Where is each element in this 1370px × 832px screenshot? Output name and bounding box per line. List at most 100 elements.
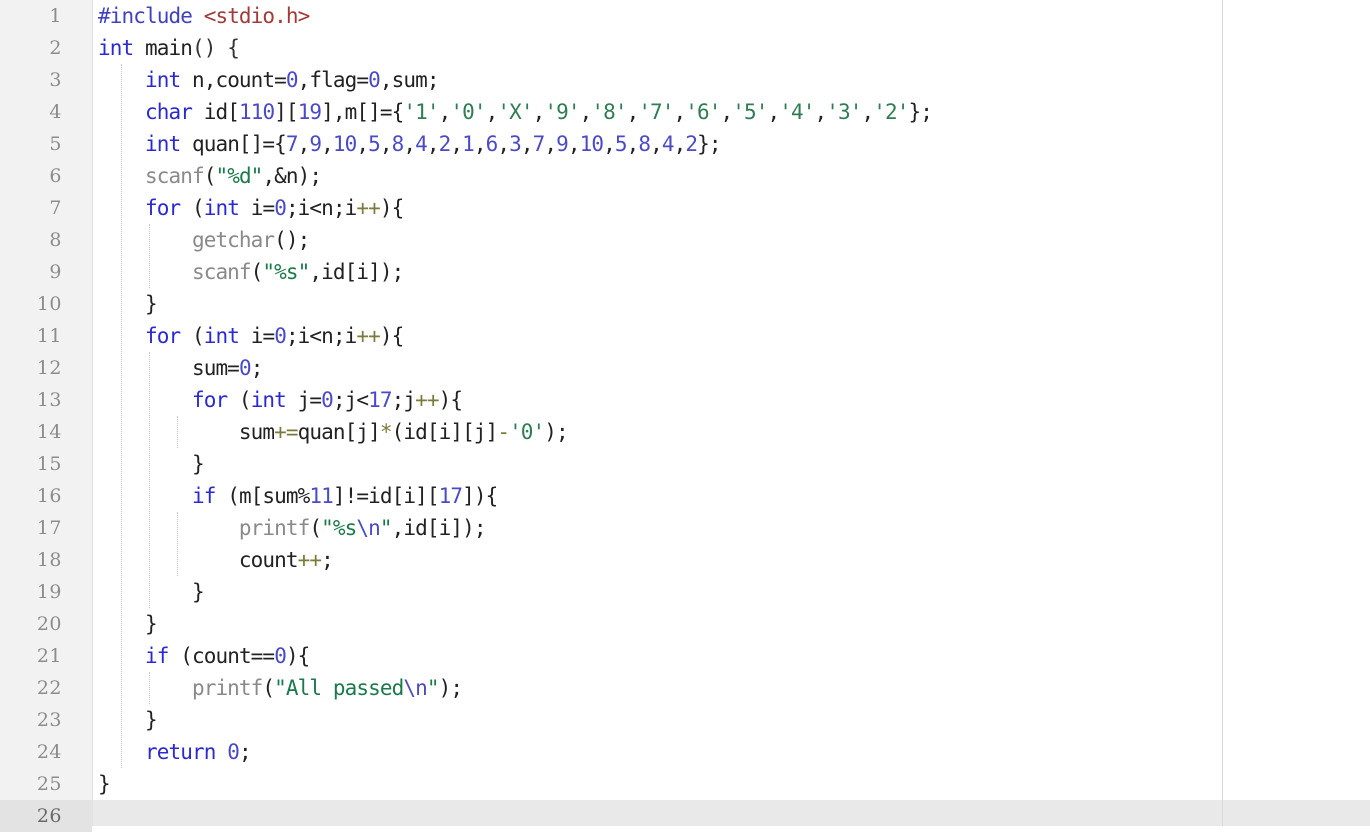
code-token: for xyxy=(144,196,181,220)
code-token: ( xyxy=(250,260,264,284)
code-token: }; xyxy=(908,100,932,124)
code-line[interactable]: if (m[sum%11]!=id[i][17]){ xyxy=(93,480,1370,512)
code-line[interactable]: sum+=quan[j]*(id[i][j]-'0'); xyxy=(93,416,1370,448)
code-line[interactable]: } xyxy=(93,768,1370,800)
code-line[interactable]: printf("All passed\n"); xyxy=(93,672,1370,704)
code-line[interactable]: int quan[]={7,9,10,5,8,4,2,1,6,3,7,9,10,… xyxy=(93,128,1370,160)
code-token: , xyxy=(673,100,687,124)
code-token: , xyxy=(579,100,593,124)
code-token: 19 xyxy=(297,100,322,124)
line-number[interactable]: 24 xyxy=(0,736,92,768)
code-line[interactable]: for (int i=0;i<n;i++){ xyxy=(93,320,1370,352)
line-number[interactable]: 25 xyxy=(0,768,92,800)
line-number[interactable]: 14 xyxy=(0,416,92,448)
code-token: , xyxy=(450,132,463,156)
line-number[interactable]: 18 xyxy=(0,544,92,576)
code-line[interactable]: sum=0; xyxy=(93,352,1370,384)
line-number[interactable]: 6 xyxy=(0,160,92,192)
code-line[interactable]: int n,count=0,flag=0,sum; xyxy=(93,64,1370,96)
line-number[interactable]: 26 xyxy=(0,800,92,832)
line-number[interactable]: 5 xyxy=(0,128,92,160)
code-token: "%s xyxy=(321,516,357,540)
code-token: , xyxy=(473,132,487,156)
code-line[interactable]: } xyxy=(93,704,1370,736)
code-line[interactable]: char id[110][19],m[]={'1','0','X','9','8… xyxy=(93,96,1370,128)
code-token: , xyxy=(497,132,510,156)
code-token: '5' xyxy=(732,100,768,124)
line-number[interactable]: 10 xyxy=(0,288,92,320)
code-token: (); xyxy=(274,228,310,252)
code-token: 17 xyxy=(368,388,392,412)
line-number[interactable]: 17 xyxy=(0,512,92,544)
line-number[interactable]: 21 xyxy=(0,640,92,672)
line-number[interactable]: 3 xyxy=(0,64,92,96)
code-token: 9 xyxy=(309,132,322,156)
code-token: scanf xyxy=(191,260,252,284)
code-line[interactable]: int main() { xyxy=(93,32,1370,64)
code-token: ,id[i]); xyxy=(309,260,404,284)
code-token: } xyxy=(144,708,158,732)
code-token: int xyxy=(250,388,287,412)
code-editor[interactable]: 1 2 3 4 5 6 7 8 9 10 11 12 13 14 15 16 17 18 19 20 21 22 23 24 2… xyxy=(0,0,1370,832)
line-number[interactable]: 4 xyxy=(0,96,92,128)
code-line[interactable]: return 0; xyxy=(93,736,1370,768)
line-number[interactable]: 13 xyxy=(0,384,92,416)
code-line[interactable]: count++; xyxy=(93,544,1370,576)
line-number-gutter[interactable]: 1 2 3 4 5 6 7 8 9 10 11 12 13 14 15 16 17 18 19 20 21 22 23 24 2… xyxy=(0,0,93,832)
code-token: , xyxy=(861,100,874,124)
code-token: ;i<n;i xyxy=(285,196,357,220)
code-line[interactable]: for (int j=0;j<17;j++){ xyxy=(93,384,1370,416)
code-token: , xyxy=(379,132,393,156)
code-line[interactable]: } xyxy=(93,448,1370,480)
line-number[interactable]: 23 xyxy=(0,704,92,736)
code-token: printf xyxy=(238,516,310,540)
code-token: += xyxy=(274,420,298,444)
code-line[interactable]: } xyxy=(93,608,1370,640)
line-number[interactable]: 22 xyxy=(0,672,92,704)
code-token: - xyxy=(497,420,510,444)
line-number[interactable]: 8 xyxy=(0,224,92,256)
code-token: ,&n); xyxy=(262,164,322,188)
code-token: int xyxy=(144,68,181,92)
line-number[interactable]: 2 xyxy=(0,32,92,64)
code-token: } xyxy=(98,772,111,796)
line-number[interactable]: 12 xyxy=(0,352,92,384)
code-line[interactable]: if (count==0){ xyxy=(93,640,1370,672)
code-token: 8 xyxy=(638,132,651,156)
code-token: , xyxy=(520,132,534,156)
line-number[interactable]: 19 xyxy=(0,576,92,608)
code-token: char xyxy=(144,100,193,124)
line-number[interactable]: 15 xyxy=(0,448,92,480)
code-token: '1' xyxy=(403,100,439,124)
line-number[interactable]: 16 xyxy=(0,480,92,512)
code-line[interactable]: scanf("%s",id[i]); xyxy=(93,256,1370,288)
code-line[interactable]: getchar(); xyxy=(93,224,1370,256)
code-token: ++ xyxy=(356,324,380,348)
code-line[interactable]: printf("%s\n",id[i]); xyxy=(93,512,1370,544)
code-token: , xyxy=(673,132,687,156)
line-number[interactable]: 11 xyxy=(0,320,92,352)
code-line[interactable]: #include <stdio.h> xyxy=(93,0,1370,32)
code-token: 0 xyxy=(285,68,299,92)
line-number[interactable]: 20 xyxy=(0,608,92,640)
line-number[interactable]: 1 xyxy=(0,0,92,32)
code-line[interactable]: scanf("%d",&n); xyxy=(93,160,1370,192)
code-token: 0 xyxy=(321,388,334,412)
code-token: }; xyxy=(697,132,721,156)
line-number[interactable]: 7 xyxy=(0,192,92,224)
code-text-area[interactable]: #include <stdio.h> int main() { int n,cou… xyxy=(93,0,1370,826)
code-line[interactable]: for (int i=0;i<n;i++){ xyxy=(93,192,1370,224)
code-token: ;j< xyxy=(332,388,369,412)
code-line[interactable]: } xyxy=(93,576,1370,608)
line-number[interactable]: 9 xyxy=(0,256,92,288)
code-line[interactable]: } xyxy=(93,288,1370,320)
